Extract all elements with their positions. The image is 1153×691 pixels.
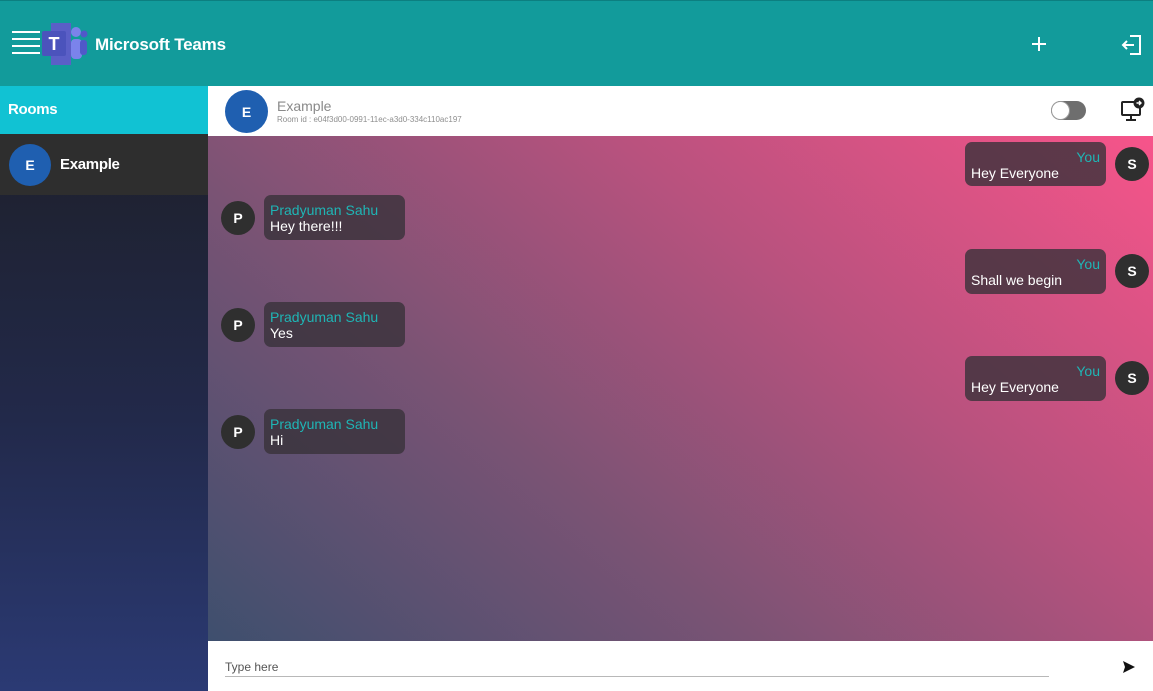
avatar: S	[1115, 147, 1149, 181]
message-bubble: Pradyuman Sahu Yes	[264, 302, 405, 347]
exit-icon[interactable]	[1120, 33, 1144, 57]
message-bubble: Pradyuman Sahu Hey there!!!	[264, 195, 405, 240]
chat-room-id: Room id : e04f3d00-0991-11ec-a3d0-334c11…	[277, 115, 462, 124]
message-text: Hey Everyone	[971, 165, 1059, 181]
message-text: Hey Everyone	[971, 379, 1059, 395]
avatar: S	[1115, 254, 1149, 288]
message-bubble: You Hey Everyone	[965, 356, 1106, 401]
room-name: Example	[60, 156, 120, 173]
message-input[interactable]	[225, 657, 1049, 677]
room-item-example[interactable]: E Example	[0, 134, 208, 195]
message-sender: You	[1076, 149, 1100, 165]
rooms-header: Rooms	[0, 86, 208, 134]
chat-room-name: Example	[277, 98, 332, 114]
message-text: Hey there!!!	[270, 218, 343, 234]
message-sender: You	[1076, 256, 1100, 272]
hamburger-menu-icon[interactable]	[12, 31, 40, 55]
message-sender: Pradyuman Sahu	[270, 309, 379, 325]
top-bar: T Microsoft Teams	[0, 0, 1153, 86]
sidebar: Rooms E Example	[0, 86, 208, 691]
svg-text:T: T	[49, 34, 60, 54]
room-avatar: E	[9, 143, 51, 186]
message-text: Shall we begin	[971, 272, 1063, 288]
message-bubble: You Shall we begin	[965, 249, 1106, 294]
app-title: Microsoft Teams	[95, 35, 226, 54]
screen-share-icon[interactable]	[1120, 97, 1146, 123]
avatar: S	[1115, 361, 1149, 395]
toggle-switch[interactable]	[1051, 101, 1086, 120]
send-icon[interactable]	[1122, 660, 1136, 674]
message-bubble: You Hey Everyone	[965, 142, 1106, 186]
teams-logo-icon: T	[42, 23, 88, 65]
messages-area: You Hey Everyone S P Pradyuman Sahu Hey …	[208, 136, 1153, 641]
message-text: Hi	[270, 432, 284, 448]
message-bubble: Pradyuman Sahu Hi	[264, 409, 405, 454]
avatar: P	[221, 415, 255, 449]
avatar: P	[221, 201, 255, 235]
chat-header: E Example Room id : e04f3d00-0991-11ec-a…	[208, 86, 1153, 136]
plus-icon[interactable]	[1026, 31, 1052, 57]
message-sender: Pradyuman Sahu	[270, 416, 379, 432]
chat-room-avatar: E	[225, 90, 268, 133]
message-sender: You	[1076, 363, 1100, 379]
composer	[208, 641, 1153, 691]
message-sender: Pradyuman Sahu	[270, 202, 379, 218]
message-text: Yes	[270, 325, 293, 341]
avatar: P	[221, 308, 255, 342]
